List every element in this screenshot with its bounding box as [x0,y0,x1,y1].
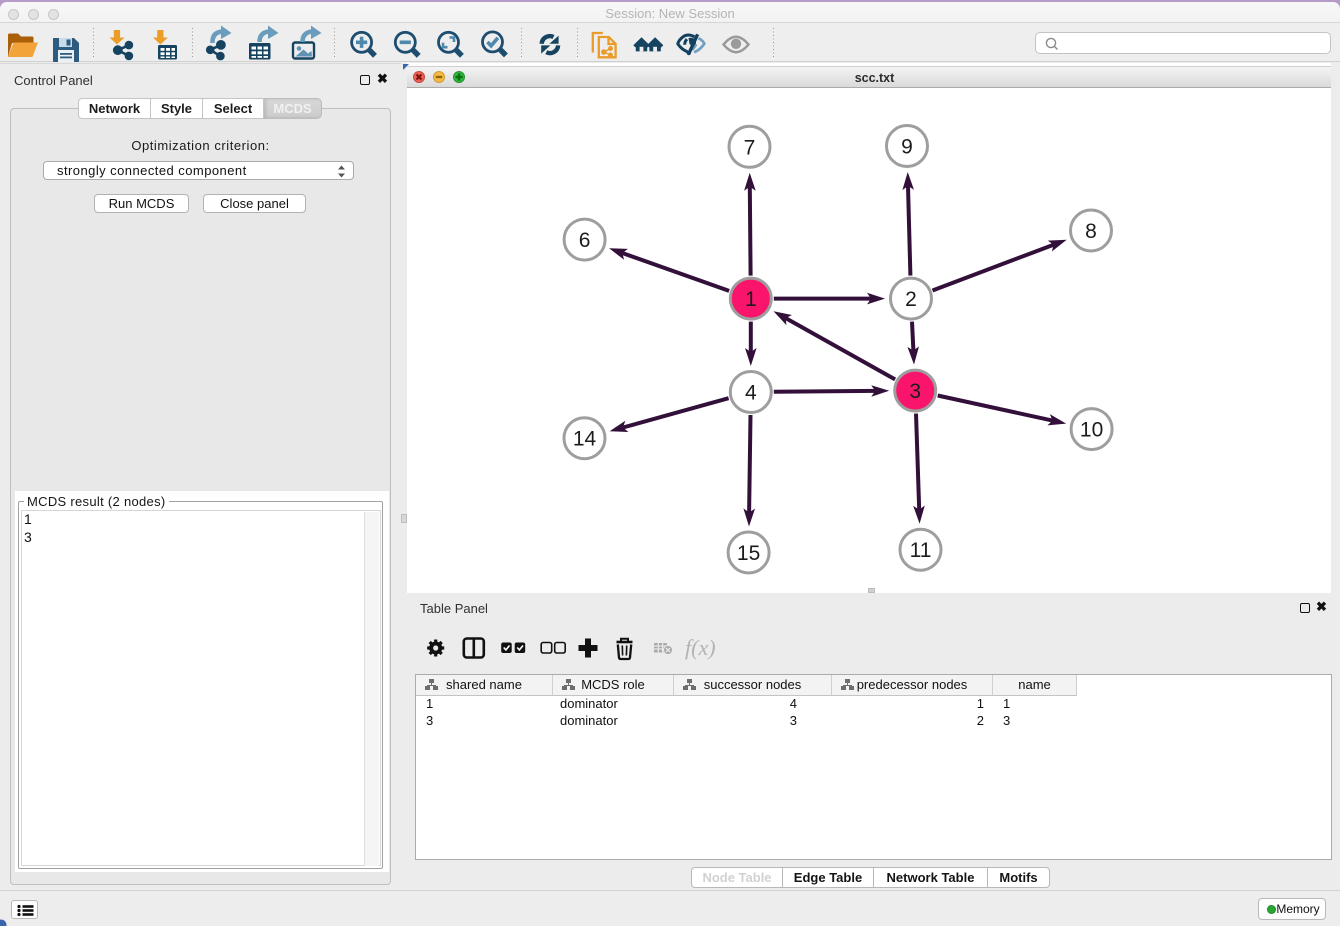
svg-text:7: 7 [744,136,756,159]
svg-text:f(x): f(x) [685,635,716,660]
svg-text:9: 9 [901,136,913,159]
svg-text:14: 14 [573,428,597,451]
svg-text:3: 3 [909,380,921,403]
svg-text:8: 8 [1085,220,1097,243]
svg-text:11: 11 [910,539,932,562]
svg-text:2: 2 [905,288,917,311]
svg-text:1: 1 [745,288,757,311]
svg-text:6: 6 [579,229,591,252]
svg-text:4: 4 [745,382,757,405]
svg-text:15: 15 [737,542,760,565]
svg-text:10: 10 [1080,419,1103,442]
